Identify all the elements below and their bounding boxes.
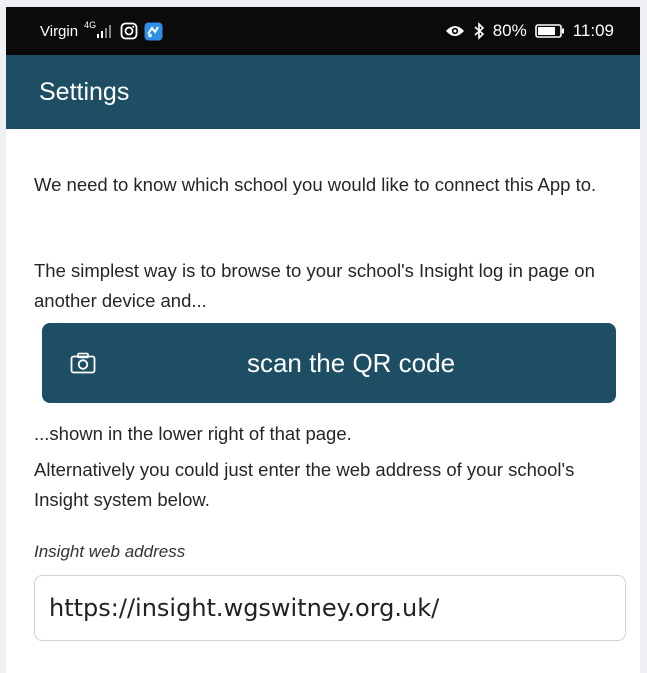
app-bar: Settings [6,55,640,129]
phone-screen: Virgin 4G 80% 11:09 Settings We need to … [6,7,640,673]
insight-address-input[interactable] [34,575,626,641]
alternative-text: Alternatively you could just enter the w… [34,459,575,510]
clock: 11:09 [572,21,614,40]
bluetooth-icon [473,22,485,40]
battery-icon [534,24,565,38]
signal-icon: 4G [84,20,114,38]
eye-icon [445,24,465,38]
status-right: 80% 11:09 [445,7,614,55]
status-left: Virgin 4G [40,7,163,55]
intro-text: We need to know which school you would l… [34,174,597,195]
scan-qr-button[interactable]: scan the QR code [42,323,616,403]
instructions-text: The simplest way is to browse to your sc… [34,260,595,311]
after-scan-text: ...shown in the lower right of that page… [34,423,352,444]
battery-percent: 80% [492,21,527,40]
address-field-label: Insight web address [34,542,186,561]
instagram-icon [120,22,138,40]
page-title: Settings [39,78,130,106]
network-type: 4G [84,20,97,30]
app-notification-icon [144,22,163,41]
carrier-name: Virgin [40,22,79,40]
scan-qr-button-label: scan the QR code [246,348,456,378]
status-bar: Virgin 4G 80% 11:09 [6,7,640,55]
